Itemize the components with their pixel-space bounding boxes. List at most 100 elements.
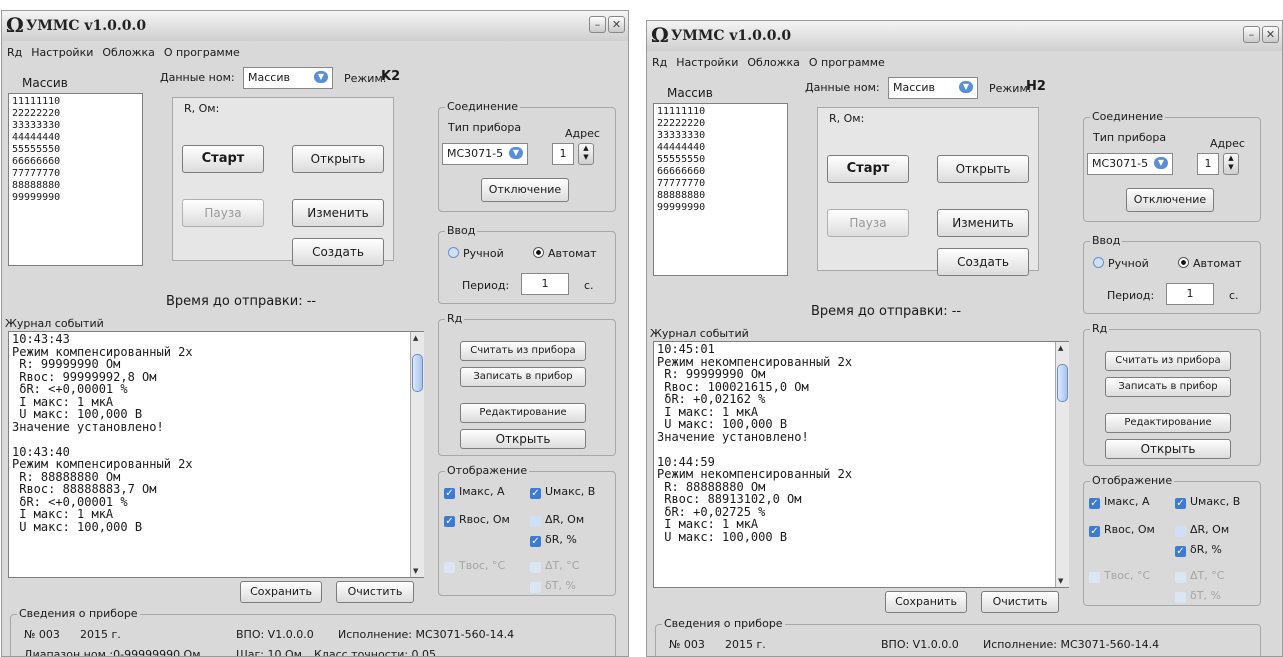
write-to-device-button[interactable]: Записать в прибор <box>460 367 586 387</box>
check-icon[interactable]: ✓ <box>1175 546 1186 557</box>
title-bar[interactable]: Ω УММС v1.0.0.0 – ✕ <box>2 11 628 41</box>
radio-manual-dot[interactable] <box>448 247 459 258</box>
menu-rd[interactable]: Rд <box>7 46 22 59</box>
list-item[interactable]: 22222220 <box>657 118 784 130</box>
save-button[interactable]: Сохранить <box>885 591 967 613</box>
check-dt[interactable]: ✓ ΔT, °С <box>530 559 579 573</box>
write-to-device-button[interactable]: Записать в прибор <box>1105 377 1231 397</box>
arrow-down-icon[interactable]: ▼ <box>579 153 593 162</box>
massiv-list[interactable]: 11111110 22222220 33333330 44444440 5555… <box>8 93 143 266</box>
scroll-up-icon[interactable]: ▲ <box>1058 344 1063 352</box>
create-button[interactable]: Создать <box>937 248 1029 276</box>
edit-button[interactable]: Редактирование <box>460 403 586 423</box>
menu-cover[interactable]: Обложка <box>102 46 155 59</box>
title-bar[interactable]: Ω УММС v1.0.0.0 – ✕ <box>647 21 1282 51</box>
radio-auto-dot[interactable] <box>533 247 544 258</box>
period-input[interactable]: 1 <box>1166 283 1214 305</box>
check-rvos[interactable]: ✓ Rвос, Ом <box>444 513 510 527</box>
log-scrollbar[interactable]: ▲ ▼ <box>1055 342 1069 587</box>
list-item[interactable]: 11111110 <box>12 96 139 108</box>
menu-settings[interactable]: Настройки <box>676 56 738 69</box>
list-item[interactable]: 55555550 <box>12 144 139 156</box>
start-button[interactable]: Старт <box>827 155 909 183</box>
check-icon[interactable]: ✓ <box>530 536 541 547</box>
list-item[interactable]: 77777770 <box>657 178 784 190</box>
list-item[interactable]: 66666660 <box>657 166 784 178</box>
address-input[interactable]: 1 <box>552 143 574 165</box>
create-button[interactable]: Создать <box>292 238 384 266</box>
list-item[interactable]: 77777770 <box>12 168 139 180</box>
checkbox-empty-icon[interactable]: ✓ <box>530 562 541 573</box>
list-item[interactable]: 99999990 <box>657 202 784 214</box>
menu-rd[interactable]: Rд <box>652 56 667 69</box>
list-item[interactable]: 22222220 <box>12 108 139 120</box>
data-nom-select[interactable]: Массив ▼ <box>888 77 978 99</box>
radio-manual[interactable]: Ручной <box>1093 257 1149 270</box>
list-item[interactable]: 88888880 <box>657 190 784 202</box>
clear-button[interactable]: Очистить <box>336 581 414 603</box>
minimize-icon[interactable]: – <box>589 16 606 33</box>
check-icon[interactable]: ✓ <box>530 488 541 499</box>
check-umax[interactable]: ✓ Uмакс, В <box>1175 495 1240 509</box>
scroll-thumb[interactable] <box>412 354 423 392</box>
check-delta-r[interactable]: ✓ δR, % <box>1175 543 1222 557</box>
close-icon[interactable]: ✕ <box>608 16 625 33</box>
data-nom-select[interactable]: Массив ▼ <box>243 67 333 89</box>
menu-about[interactable]: О программе <box>164 46 240 59</box>
read-from-device-button[interactable]: Считать из прибора <box>460 341 586 361</box>
scroll-up-icon[interactable]: ▲ <box>413 334 418 342</box>
minimize-icon[interactable]: – <box>1243 26 1260 43</box>
arrow-up-icon[interactable]: ▲ <box>579 144 593 153</box>
check-dr[interactable]: ✓ ΔR, Ом <box>1175 523 1229 537</box>
edit-button[interactable]: Редактирование <box>1105 413 1231 433</box>
rd-open-button[interactable]: Открыть <box>1105 439 1231 459</box>
list-item[interactable]: 44444440 <box>657 142 784 154</box>
check-imax[interactable]: ✓ Iмакс, А <box>444 485 505 499</box>
checkbox-empty-icon[interactable]: ✓ <box>530 516 541 527</box>
pause-button[interactable]: Пауза <box>182 199 264 227</box>
checkbox-empty-icon[interactable]: ✓ <box>1089 572 1100 583</box>
list-item[interactable]: 66666660 <box>12 156 139 168</box>
clear-button[interactable]: Очистить <box>981 591 1059 613</box>
checkbox-empty-icon[interactable]: ✓ <box>530 582 541 593</box>
check-icon[interactable]: ✓ <box>444 488 455 499</box>
checkbox-empty-icon[interactable]: ✓ <box>1175 572 1186 583</box>
check-icon[interactable]: ✓ <box>1089 498 1100 509</box>
disconnect-button[interactable]: Отключение <box>1126 188 1214 212</box>
massiv-list[interactable]: 11111110 22222220 33333330 44444440 5555… <box>653 103 788 276</box>
check-icon[interactable]: ✓ <box>1175 498 1186 509</box>
list-item[interactable]: 11111110 <box>657 106 784 118</box>
menu-settings[interactable]: Настройки <box>31 46 93 59</box>
change-button[interactable]: Изменить <box>292 199 384 227</box>
check-delta-t[interactable]: ✓ δT, % <box>530 579 576 593</box>
check-tvos[interactable]: ✓ Tвос, °С <box>1089 569 1150 583</box>
address-input[interactable]: 1 <box>1197 153 1219 175</box>
menu-cover[interactable]: Обложка <box>747 56 800 69</box>
list-item[interactable]: 55555550 <box>657 154 784 166</box>
check-icon[interactable]: ✓ <box>444 516 455 527</box>
scroll-down-icon[interactable]: ▼ <box>413 567 418 575</box>
list-item[interactable]: 44444440 <box>12 132 139 144</box>
address-stepper[interactable]: ▲ ▼ <box>1223 153 1239 175</box>
log-scrollbar[interactable]: ▲ ▼ <box>410 332 424 577</box>
radio-auto-dot[interactable] <box>1178 257 1189 268</box>
device-type-select[interactable]: МС3071-5 ▼ <box>442 143 528 165</box>
check-umax[interactable]: ✓ Uмакс, В <box>530 485 595 499</box>
address-stepper[interactable]: ▲ ▼ <box>578 143 594 165</box>
radio-manual-dot[interactable] <box>1093 257 1104 268</box>
list-item[interactable]: 99999990 <box>12 192 139 204</box>
device-type-select[interactable]: МС3071-5 ▼ <box>1087 153 1173 175</box>
check-dt[interactable]: ✓ ΔT, °С <box>1175 569 1224 583</box>
save-button[interactable]: Сохранить <box>240 581 322 603</box>
check-delta-r[interactable]: ✓ δR, % <box>530 533 577 547</box>
checkbox-empty-icon[interactable]: ✓ <box>1175 526 1186 537</box>
pause-button[interactable]: Пауза <box>827 209 909 237</box>
check-dr[interactable]: ✓ ΔR, Ом <box>530 513 584 527</box>
radio-manual[interactable]: Ручной <box>448 247 504 260</box>
radio-auto[interactable]: Автомат <box>1178 257 1242 270</box>
open-button[interactable]: Открыть <box>292 145 384 173</box>
arrow-up-icon[interactable]: ▲ <box>1224 154 1238 163</box>
scroll-thumb[interactable] <box>1057 364 1068 402</box>
scroll-down-icon[interactable]: ▼ <box>1058 577 1063 585</box>
list-item[interactable]: 33333330 <box>657 130 784 142</box>
